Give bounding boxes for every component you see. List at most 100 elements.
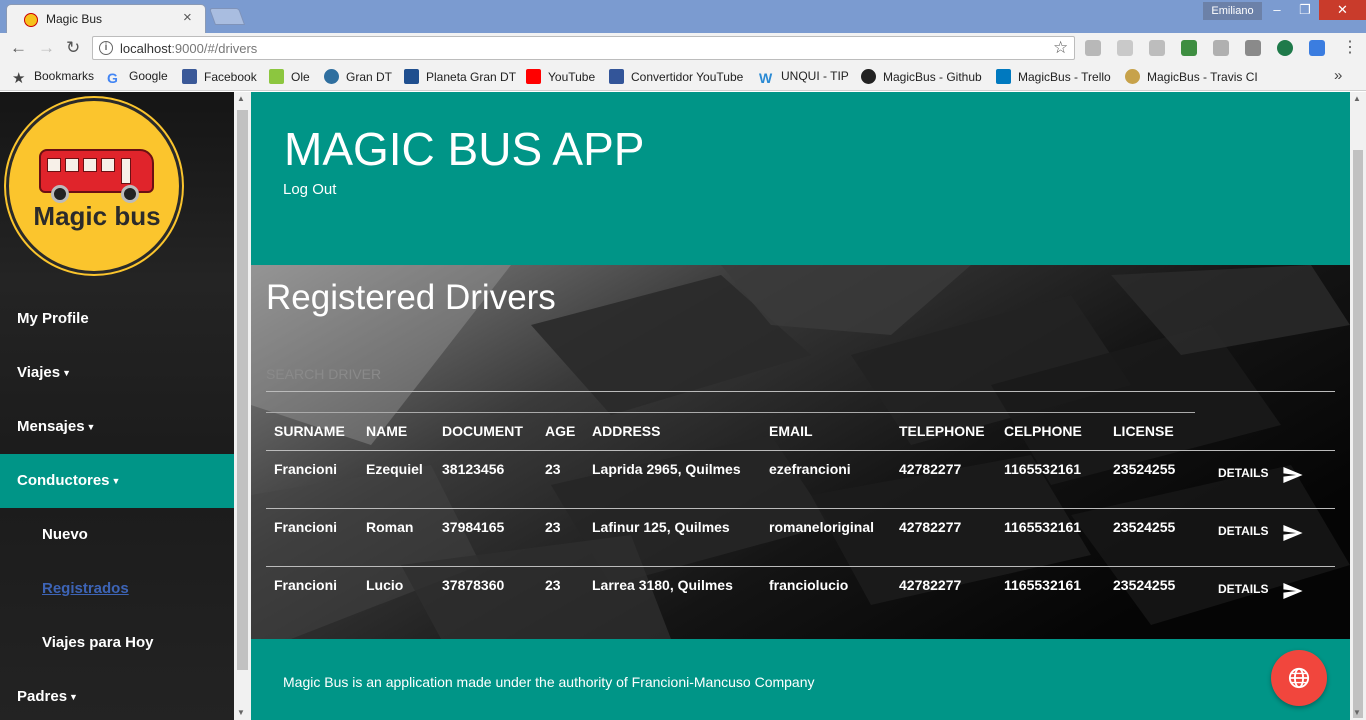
close-tab-icon[interactable]: × xyxy=(183,9,192,26)
sidebar-item-nuevo[interactable]: Nuevo xyxy=(0,508,234,562)
new-extension-icon[interactable] xyxy=(1181,40,1197,56)
tab-title: Magic Bus xyxy=(46,12,103,26)
flew-extension-icon[interactable] xyxy=(1245,40,1261,56)
trello-icon xyxy=(996,69,1011,84)
page-scrollbar[interactable]: ▲ ▼ xyxy=(1350,92,1366,720)
scroll-down-icon[interactable]: ▼ xyxy=(237,708,245,717)
cell-name: Ezequiel xyxy=(366,461,423,477)
bookmark-item[interactable]: Planeta Gran DT xyxy=(404,69,516,84)
page-title: Registered Drivers xyxy=(266,278,556,317)
bookmarks-bar: ★ Bookmarks G Google Facebook Ole Gran DT … xyxy=(0,63,1366,91)
scroll-down-icon[interactable]: ▼ xyxy=(1353,708,1361,717)
sidebar-item-my-profile[interactable]: My Profile xyxy=(0,292,234,346)
browser-tab[interactable]: Magic Bus × xyxy=(6,4,206,33)
cell-address: Lafinur 125, Quilmes xyxy=(592,519,730,535)
sidebar-scrollbar[interactable]: ▲ ▼ xyxy=(234,92,251,720)
bookmark-item[interactable]: G Google xyxy=(107,69,168,86)
new-tab-button[interactable] xyxy=(208,8,246,25)
column-header: TELEPHONE xyxy=(899,423,985,439)
scrollbar-thumb[interactable] xyxy=(237,110,248,670)
cell-celphone: 1165532161 xyxy=(1004,577,1082,593)
language-fab-button[interactable] xyxy=(1271,650,1327,706)
bookmark-item[interactable]: ★ Bookmarks xyxy=(12,69,94,86)
sync-extension-icon[interactable] xyxy=(1277,40,1293,56)
bookmark-item[interactable]: YouTube xyxy=(526,69,595,84)
cell-license: 23524255 xyxy=(1113,519,1176,535)
cell-surname: Francioni xyxy=(274,519,338,535)
app-header: MAGIC BUS APP Log Out xyxy=(251,92,1350,265)
bookmark-star-icon[interactable]: ☆ xyxy=(1053,38,1068,58)
sidebar-item-viajes[interactable]: Viajes ▼ xyxy=(0,346,234,400)
sidebar-item-conductores[interactable]: Conductores ▼ xyxy=(0,454,234,508)
address-bar[interactable]: i localhost:9000/#/drivers ☆ xyxy=(92,36,1075,60)
cell-address: Larrea 3180, Quilmes xyxy=(592,577,733,593)
grandt-icon xyxy=(404,69,419,84)
url-text[interactable]: localhost:9000/#/drivers xyxy=(120,41,257,56)
bookmark-item[interactable]: MagicBus - Travis CI xyxy=(1125,69,1258,84)
star-icon: ★ xyxy=(12,70,26,87)
extension-icon[interactable] xyxy=(1117,40,1133,56)
details-button[interactable]: DETAILS xyxy=(1211,459,1311,489)
more-bookmarks-icon[interactable]: » xyxy=(1334,67,1342,84)
minimize-icon[interactable]: – xyxy=(1263,0,1291,20)
sidebar-item-padres[interactable]: Padres ▼ xyxy=(0,670,234,720)
scrollbar-thumb[interactable] xyxy=(1353,150,1363,718)
sidebar: Magic bus My Profile Viajes ▼ Mensajes ▼ C… xyxy=(0,92,234,720)
caret-down-icon: ▼ xyxy=(111,476,121,486)
cell-age: 23 xyxy=(545,519,561,535)
drive-extension-icon[interactable] xyxy=(1085,40,1101,56)
menu-icon[interactable]: ⋮ xyxy=(1342,40,1358,56)
info-icon[interactable]: i xyxy=(99,41,113,55)
column-header: SURNAME xyxy=(274,423,345,439)
cell-celphone: 1165532161 xyxy=(1004,461,1082,477)
cell-license: 23524255 xyxy=(1113,461,1176,477)
cell-document: 38123456 xyxy=(442,461,505,477)
sidebar-item-viajes-para-hoy[interactable]: Viajes para Hoy xyxy=(0,616,234,670)
column-header: AGE xyxy=(545,423,576,439)
details-button[interactable]: DETAILS xyxy=(1211,575,1311,605)
logout-link[interactable]: Log Out xyxy=(283,181,336,198)
reload-icon[interactable]: ↻ xyxy=(66,38,80,58)
bookmark-item[interactable]: Facebook xyxy=(182,69,257,84)
cell-document: 37984165 xyxy=(442,519,505,535)
footer-text: Magic Bus is an application made under t… xyxy=(283,674,815,690)
bookmark-item[interactable]: Gran DT xyxy=(324,69,392,84)
sidebar-item-mensajes[interactable]: Mensajes ▼ xyxy=(0,400,234,454)
sidebar-item-registrados[interactable]: Registrados xyxy=(0,562,234,616)
cell-email: franciolucio xyxy=(769,577,849,593)
facebook-icon xyxy=(182,69,197,84)
back-icon[interactable]: ← xyxy=(10,38,27,58)
cell-license: 23524255 xyxy=(1113,577,1176,593)
favicon-icon xyxy=(24,13,38,27)
bookmark-item[interactable]: MagicBus - Trello xyxy=(996,69,1111,84)
forward-icon[interactable]: → xyxy=(38,38,55,58)
app-title: MAGIC BUS APP xyxy=(284,123,645,175)
close-window-icon[interactable]: ✕ xyxy=(1319,0,1366,20)
search-input[interactable] xyxy=(266,357,1335,392)
row-divider xyxy=(266,566,1335,567)
lock-extension-icon[interactable] xyxy=(1149,40,1165,56)
translate-extension-icon[interactable] xyxy=(1309,40,1325,56)
caret-down-icon: ▼ xyxy=(62,368,72,378)
caret-down-icon: ▼ xyxy=(86,422,96,432)
cell-age: 23 xyxy=(545,577,561,593)
column-header: EMAIL xyxy=(769,423,813,439)
drivers-section: Registered Drivers SURNAME NAME DOCUMENT… xyxy=(251,265,1350,639)
cell-email: ezefrancioni xyxy=(769,461,851,477)
profile-button[interactable]: Emiliano xyxy=(1203,2,1262,20)
bookmark-item[interactable]: Convertidor YouTube xyxy=(609,69,743,84)
restore-icon[interactable]: ❐ xyxy=(1291,0,1319,20)
github-icon xyxy=(861,69,876,84)
bookmark-item[interactable]: W UNQUI - TIP xyxy=(759,69,849,86)
dropbox-extension-icon[interactable] xyxy=(1213,40,1229,56)
details-button[interactable]: DETAILS xyxy=(1211,517,1311,547)
scroll-up-icon[interactable]: ▲ xyxy=(237,94,245,103)
magic-bus-logo[interactable]: Magic bus xyxy=(6,98,182,274)
cell-name: Lucio xyxy=(366,577,404,593)
send-icon xyxy=(1283,467,1303,483)
column-header: LICENSE xyxy=(1113,423,1174,439)
bookmark-item[interactable]: MagicBus - Github xyxy=(861,69,982,84)
bookmark-item[interactable]: Ole xyxy=(269,69,310,84)
mp3-icon xyxy=(609,69,624,84)
scroll-up-icon[interactable]: ▲ xyxy=(1353,94,1361,103)
